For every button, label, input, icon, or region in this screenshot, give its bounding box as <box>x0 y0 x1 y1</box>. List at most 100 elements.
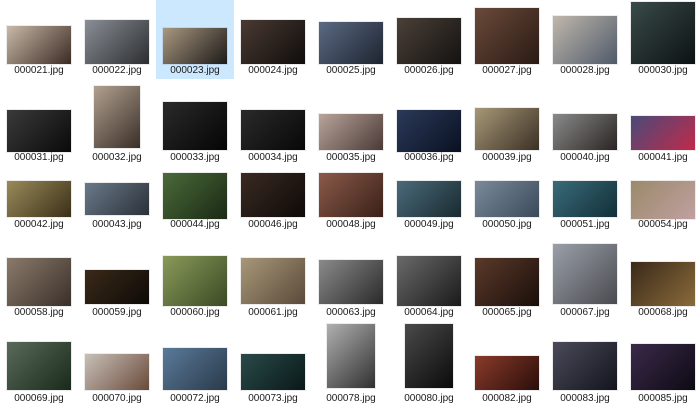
image-thumbnail <box>85 183 149 215</box>
file-name-label: 000042.jpg <box>14 219 64 230</box>
file-item[interactable]: 000070.jpg <box>78 318 156 407</box>
image-thumbnail <box>631 181 695 219</box>
file-item[interactable]: 000049.jpg <box>390 163 468 233</box>
file-item[interactable]: 000035.jpg <box>312 80 390 166</box>
file-item[interactable]: 000043.jpg <box>78 163 156 233</box>
file-item[interactable]: 000069.jpg <box>0 318 78 407</box>
image-thumbnail <box>94 86 140 148</box>
image-thumbnail <box>475 8 539 64</box>
file-item[interactable]: 000058.jpg <box>0 240 78 321</box>
file-name-label: 000065.jpg <box>482 307 532 318</box>
image-thumbnail <box>553 181 617 217</box>
file-item[interactable]: 000042.jpg <box>0 163 78 233</box>
file-item[interactable]: 000033.jpg <box>156 80 234 166</box>
file-item[interactable]: 000031.jpg <box>0 80 78 166</box>
file-name-label: 000050.jpg <box>482 219 532 230</box>
file-item[interactable]: 000030.jpg <box>624 0 700 79</box>
image-thumbnail <box>631 344 695 390</box>
image-thumbnail <box>397 181 461 217</box>
file-name-label: 000085.jpg <box>638 393 688 404</box>
file-item[interactable]: 000072.jpg <box>156 318 234 407</box>
file-name-label: 000032.jpg <box>92 152 142 163</box>
file-item[interactable]: 000040.jpg <box>546 80 624 166</box>
file-item[interactable]: 000046.jpg <box>234 163 312 233</box>
file-item[interactable]: 000078.jpg <box>312 318 390 407</box>
image-thumbnail <box>85 270 149 304</box>
file-item[interactable]: 000083.jpg <box>546 318 624 407</box>
file-item[interactable]: 000034.jpg <box>234 80 312 166</box>
image-thumbnail <box>475 108 539 150</box>
file-item[interactable]: 000024.jpg <box>234 0 312 79</box>
file-item[interactable]: 000085.jpg <box>624 318 700 407</box>
image-thumbnail <box>7 342 71 390</box>
file-name-label: 000067.jpg <box>560 307 610 318</box>
file-name-label: 000030.jpg <box>638 65 688 76</box>
file-item[interactable]: 000082.jpg <box>468 318 546 407</box>
image-thumbnail <box>475 181 539 217</box>
file-item[interactable]: 000050.jpg <box>468 163 546 233</box>
file-name-label: 000082.jpg <box>482 393 532 404</box>
image-thumbnail <box>553 114 617 150</box>
image-thumbnail <box>405 324 453 388</box>
file-item[interactable]: 000060.jpg <box>156 240 234 321</box>
file-item[interactable]: 000048.jpg <box>312 163 390 233</box>
file-item[interactable]: 000026.jpg <box>390 0 468 79</box>
image-thumbnail <box>7 110 71 152</box>
image-thumbnail <box>319 22 383 64</box>
file-item[interactable]: 000054.jpg <box>624 163 700 233</box>
image-thumbnail <box>397 18 461 64</box>
file-name-label: 000072.jpg <box>170 393 220 404</box>
file-name-label: 000025.jpg <box>326 65 376 76</box>
file-name-label: 000024.jpg <box>248 65 298 76</box>
file-name-label: 000034.jpg <box>248 152 298 163</box>
file-name-label: 000041.jpg <box>638 152 688 163</box>
file-name-label: 000043.jpg <box>92 219 142 230</box>
file-item[interactable]: 000063.jpg <box>312 240 390 321</box>
image-thumbnail <box>631 262 695 306</box>
file-name-label: 000054.jpg <box>638 219 688 230</box>
file-item[interactable]: 000065.jpg <box>468 240 546 321</box>
file-item[interactable]: 000023.jpg <box>156 0 234 79</box>
image-thumbnail <box>319 173 383 217</box>
file-name-label: 000044.jpg <box>170 219 220 230</box>
file-item[interactable]: 000022.jpg <box>78 0 156 79</box>
file-name-label: 000069.jpg <box>14 393 64 404</box>
image-thumbnail <box>553 244 617 304</box>
file-grid: 000021.jpg 000022.jpg 000023.jpg 000024.jpg… <box>0 0 700 409</box>
file-item[interactable]: 000059.jpg <box>78 240 156 321</box>
file-item[interactable]: 000036.jpg <box>390 80 468 166</box>
file-item[interactable]: 000025.jpg <box>312 0 390 79</box>
image-thumbnail <box>241 173 305 217</box>
image-thumbnail <box>327 324 375 388</box>
image-thumbnail <box>241 354 305 390</box>
file-item[interactable]: 000032.jpg <box>78 80 156 166</box>
file-item[interactable]: 000080.jpg <box>390 318 468 407</box>
image-thumbnail <box>397 110 461 152</box>
image-thumbnail <box>631 2 695 64</box>
file-item[interactable]: 000027.jpg <box>468 0 546 79</box>
file-item[interactable]: 000073.jpg <box>234 318 312 407</box>
file-item[interactable]: 000061.jpg <box>234 240 312 321</box>
image-thumbnail <box>319 260 383 304</box>
file-item[interactable]: 000064.jpg <box>390 240 468 321</box>
file-item[interactable]: 000041.jpg <box>624 80 700 166</box>
file-item[interactable]: 000028.jpg <box>546 0 624 79</box>
image-thumbnail <box>7 26 71 64</box>
file-name-label: 000080.jpg <box>404 393 454 404</box>
file-item[interactable]: 000044.jpg <box>156 163 234 233</box>
image-thumbnail <box>7 181 71 217</box>
image-thumbnail <box>7 258 71 306</box>
file-name-label: 000021.jpg <box>14 65 64 76</box>
file-item[interactable]: 000021.jpg <box>0 0 78 79</box>
file-name-label: 000059.jpg <box>92 307 142 318</box>
image-thumbnail <box>163 348 227 390</box>
file-item[interactable]: 000067.jpg <box>546 240 624 321</box>
file-name-label: 000031.jpg <box>14 152 64 163</box>
file-name-label: 000061.jpg <box>248 307 298 318</box>
file-item[interactable]: 000068.jpg <box>624 240 700 321</box>
file-name-label: 000036.jpg <box>404 152 454 163</box>
image-thumbnail <box>319 114 383 150</box>
file-item[interactable]: 000039.jpg <box>468 80 546 166</box>
file-item[interactable]: 000051.jpg <box>546 163 624 233</box>
file-name-label: 000022.jpg <box>92 65 142 76</box>
